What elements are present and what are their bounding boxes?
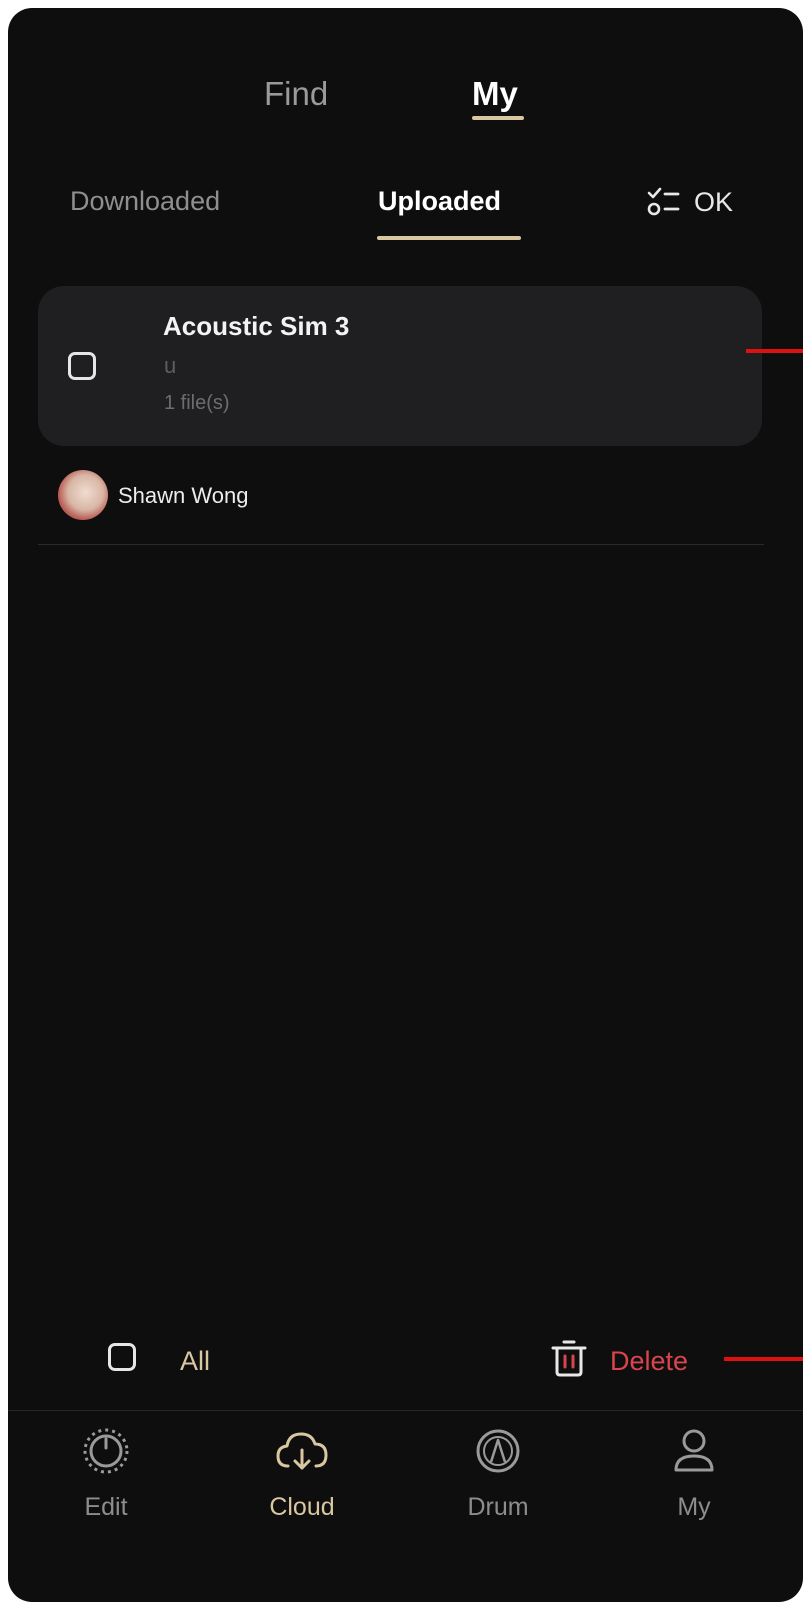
- author-name: Shawn Wong: [118, 483, 249, 508]
- nav-divider: [8, 1410, 803, 1411]
- divider: [38, 544, 764, 545]
- nav-edit-label: Edit: [84, 1493, 128, 1521]
- item-checkbox[interactable]: [68, 352, 96, 380]
- preset-card[interactable]: Acoustic Sim 3 u 1 file(s): [38, 286, 762, 446]
- ok-label: OK: [694, 187, 734, 217]
- annotation-line: [746, 349, 803, 353]
- nav-edit[interactable]: Edit: [46, 1426, 166, 1536]
- nav-drum[interactable]: Drum: [438, 1426, 558, 1536]
- user-icon: [674, 1429, 714, 1472]
- preset-subtitle: u: [164, 353, 177, 378]
- app-screen: Find My Downloaded Uploaded OK Acoustic …: [8, 8, 803, 1602]
- annotation-line: [724, 1357, 803, 1361]
- ok-button[interactable]: OK: [646, 182, 733, 222]
- trash-icon[interactable]: [550, 1338, 588, 1378]
- delete-button[interactable]: Delete: [610, 1344, 688, 1378]
- nav-my[interactable]: My: [634, 1426, 754, 1536]
- active-tab-indicator: [472, 116, 524, 120]
- subtab-downloaded[interactable]: Downloaded: [70, 184, 220, 218]
- nav-my-label: My: [677, 1493, 711, 1521]
- cloud-download-icon: [276, 1432, 328, 1470]
- tab-find[interactable]: Find: [264, 74, 328, 114]
- avatar: [58, 470, 108, 520]
- subtab-uploaded[interactable]: Uploaded: [378, 184, 501, 218]
- drum-icon: [476, 1429, 520, 1473]
- nav-cloud[interactable]: Cloud: [242, 1426, 362, 1536]
- multi-select-icon: [647, 187, 680, 216]
- active-subtab-indicator: [377, 236, 521, 240]
- nav-cloud-label: Cloud: [269, 1493, 335, 1521]
- nav-drum-label: Drum: [467, 1493, 529, 1521]
- select-all-checkbox[interactable]: [108, 1343, 136, 1371]
- select-all-label[interactable]: All: [180, 1344, 210, 1378]
- preset-title: Acoustic Sim 3: [163, 311, 350, 341]
- preset-file-count: 1 file(s): [164, 392, 230, 414]
- tab-my[interactable]: My: [472, 74, 518, 114]
- knob-icon: [83, 1428, 129, 1474]
